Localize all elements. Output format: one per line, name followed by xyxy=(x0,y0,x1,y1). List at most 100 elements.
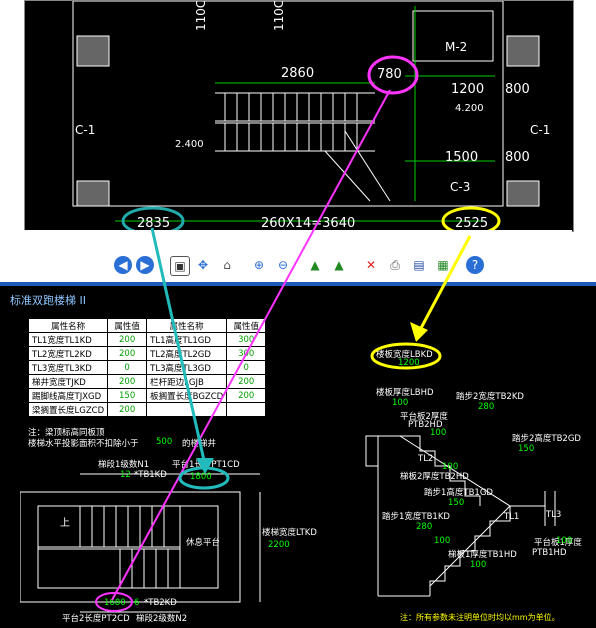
pan-icon[interactable]: ✥ xyxy=(194,256,212,274)
tb1gd-label: 踏步1高度TB1GD xyxy=(424,488,493,498)
note-area-tail: 的楼梯井 xyxy=(182,439,217,449)
cad-drawing-preview: 2860 780 1200 800 1500 800 2835 260X14=3… xyxy=(24,0,574,236)
table-value-cell[interactable]: 200 xyxy=(107,332,148,347)
table-cell xyxy=(146,402,228,417)
lbkd-value[interactable]: 1200 xyxy=(398,358,420,368)
help-icon[interactable]: ? xyxy=(466,256,484,274)
tb2gd-value[interactable]: 150 xyxy=(518,444,534,454)
rest-platform-label: 休息平台 xyxy=(186,538,221,548)
cad-dim-1: 2860 xyxy=(281,66,314,81)
table-cell: TL1宽度TL1KD xyxy=(27,332,109,347)
select-icon[interactable]: ⌂ xyxy=(218,256,236,274)
table-value-cell[interactable]: 200 xyxy=(107,346,148,361)
delete-icon[interactable]: ✕ xyxy=(362,256,380,274)
table-row: 梯井宽度TJKD 200 栏杆距边LGJB 200 xyxy=(27,374,267,389)
prev-icon[interactable]: ◀ xyxy=(114,256,132,274)
tb1gd-value[interactable]: 150 xyxy=(448,498,464,508)
width-value[interactable]: 2200 xyxy=(268,540,290,550)
b1-value-top[interactable]: 100 xyxy=(434,536,450,546)
tb2kd-label: 踏步2宽度TB2KD xyxy=(456,392,524,402)
table-header: 属性值 xyxy=(226,318,267,333)
viewer-toolbar: ◀ ▶ ▣ ✥ ⌂ ⊕ ⊖ ▲ ▲ ✕ ⎙ ▤ ▦ ? xyxy=(0,250,596,280)
b1-value[interactable]: 100 xyxy=(470,560,486,570)
cad-label-window-1: C-1 xyxy=(75,123,95,137)
note-area: 楼梯水平投影面积不扣除小于 xyxy=(28,439,139,449)
table-cell: TL2高度TL2GD xyxy=(146,346,228,361)
pt1-label: 平台1长度PT1CD xyxy=(172,460,240,470)
zoom-out-icon[interactable]: ⊖ xyxy=(274,256,292,274)
zoom-in-icon[interactable]: ⊕ xyxy=(250,256,268,274)
panel-title: 标准双跑楼梯 II xyxy=(10,294,86,307)
table-cell: 梁搁置长度LGZCD xyxy=(27,402,109,417)
table-value-cell[interactable]: 300 xyxy=(226,332,267,347)
table-cell: TL1高度TL1GD xyxy=(146,332,228,347)
cad-dim-7: 2835 xyxy=(137,216,170,231)
pt2hd-value[interactable]: 100 xyxy=(430,428,446,438)
export-image-icon[interactable]: ▦ xyxy=(434,256,452,274)
n2-value[interactable]: 6 xyxy=(134,598,139,608)
pt2-value[interactable]: 1680 xyxy=(104,598,126,608)
lbhd-label: 楼板厚度LBHD xyxy=(376,388,434,398)
cad-dim-2: 780 xyxy=(377,67,402,82)
table-header: 属性名称 xyxy=(146,318,228,333)
table-value-cell[interactable]: 300 xyxy=(226,346,267,361)
stair-section-diagram xyxy=(365,435,556,597)
tb1kd-value[interactable]: 280 xyxy=(416,522,432,532)
cad-dim-9: 2525 xyxy=(455,216,488,231)
cad-dim-6: 800 xyxy=(505,150,530,165)
cad-label-window-2: C-1 xyxy=(530,123,550,137)
tb2-label: *TB2KD xyxy=(144,598,177,608)
table-value-cell xyxy=(226,402,267,417)
ptb1-value[interactable]: 100 xyxy=(556,536,572,546)
note-area-value[interactable]: 500 xyxy=(156,437,172,447)
ptb1-code: PTB1HD xyxy=(532,548,567,558)
fit-icon[interactable]: ▣ xyxy=(170,256,190,276)
viewer-bottom-strip xyxy=(24,230,572,244)
n2-label: 梯段2级数N2 xyxy=(136,614,188,624)
table-value-cell[interactable]: 200 xyxy=(107,374,148,389)
stair-parameter-panel: 标准双跑楼梯 II 属性名称 属性值 属性名称 属性值 TL1宽度TL1KD 2… xyxy=(0,286,596,628)
b1-label: 梯板1厚度TB1HD xyxy=(448,550,517,560)
cad-dim-5: 1500 xyxy=(445,150,478,165)
table-header: 属性名称 xyxy=(27,318,109,333)
cad-dim-8: 260X14=3640 xyxy=(261,216,355,231)
table-value-cell[interactable]: 0 xyxy=(107,360,148,375)
rotate-right-icon[interactable]: ▲ xyxy=(330,256,348,274)
table-value-cell[interactable]: 200 xyxy=(226,388,267,403)
table-cell: 栏杆距边LGJB xyxy=(146,374,228,389)
save-icon[interactable]: ▤ xyxy=(410,256,428,274)
table-header: 属性值 xyxy=(107,318,148,333)
property-table: 属性名称 属性值 属性名称 属性值 TL1宽度TL1KD 200 TL1高度TL… xyxy=(27,318,267,417)
tb2kd-value[interactable]: 280 xyxy=(478,402,494,412)
table-row: 踢脚线高度TJXGD 150 板搁置长度BGZCD 200 xyxy=(27,388,267,403)
table-cell: 踢脚线高度TJXGD xyxy=(27,388,109,403)
next-icon[interactable]: ▶ xyxy=(136,256,154,274)
tb1kd-label: 踏步1宽度TB1KD xyxy=(382,512,450,522)
cad-label-elev-2: 2.400 xyxy=(175,139,204,150)
table-cell: 梯井宽度TJKD xyxy=(27,374,109,389)
tb1-label: *TB1KD xyxy=(134,470,167,480)
n1-label: 梯段1级数N1 xyxy=(98,460,150,470)
cad-label-top-1: 110C xyxy=(194,1,208,31)
table-header-row: 属性名称 属性值 属性名称 属性值 xyxy=(27,318,267,333)
width-label: 楼梯宽度LTKD xyxy=(262,528,317,538)
pt2-label: 平台2长度PT2CD xyxy=(62,614,130,624)
lbhd-value[interactable]: 100 xyxy=(392,398,408,408)
cad-label-top-2: 110C xyxy=(272,1,286,31)
rotate-left-icon[interactable]: ▲ xyxy=(306,256,324,274)
cad-dim-3: 1200 xyxy=(451,82,484,97)
n1-value[interactable]: 12 xyxy=(120,470,131,480)
b2-label: 梯板2厚度TB2HD xyxy=(400,472,469,482)
table-value-cell[interactable]: 150 xyxy=(107,388,148,403)
pt1-value[interactable]: 1800 xyxy=(190,472,212,482)
up-label: 上 xyxy=(60,518,70,529)
footnote: 注：所有参数未注明单位时均以mm为单位。 xyxy=(400,613,560,622)
table-value-cell[interactable]: 200 xyxy=(226,374,267,389)
table-value-cell[interactable]: 200 xyxy=(107,402,148,417)
table-cell: 板搁置长度BGZCD xyxy=(146,388,228,403)
tl3-label: TL3 xyxy=(546,510,562,520)
table-value-cell[interactable]: 0 xyxy=(226,360,267,375)
print-icon[interactable]: ⎙ xyxy=(386,256,404,274)
cad-label-door: M-2 xyxy=(445,40,467,54)
table-row: 梁搁置长度LGZCD 200 xyxy=(27,402,267,417)
